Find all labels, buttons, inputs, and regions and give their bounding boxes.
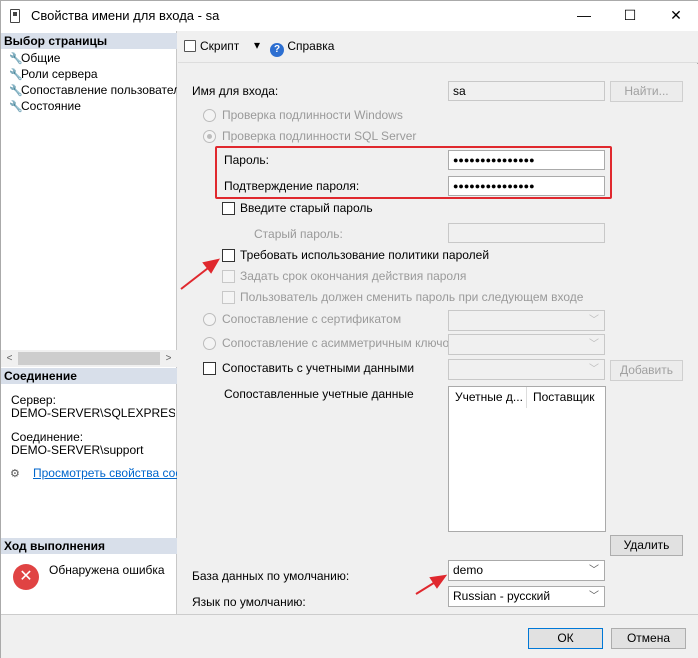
annotation-arrows <box>180 258 448 595</box>
arrow-to-enforce-policy <box>180 258 221 290</box>
dialog-footer: ОК Отмена <box>1 614 698 658</box>
main-vscrollbar[interactable] <box>688 64 698 614</box>
cancel-button[interactable]: Отмена <box>611 628 686 649</box>
arrow-to-default-db <box>415 574 448 595</box>
login-properties-dialog: Свойства имени для входа - sa — ☐ ✕ Выбо… <box>0 0 698 658</box>
ok-button[interactable]: ОК <box>528 628 603 649</box>
